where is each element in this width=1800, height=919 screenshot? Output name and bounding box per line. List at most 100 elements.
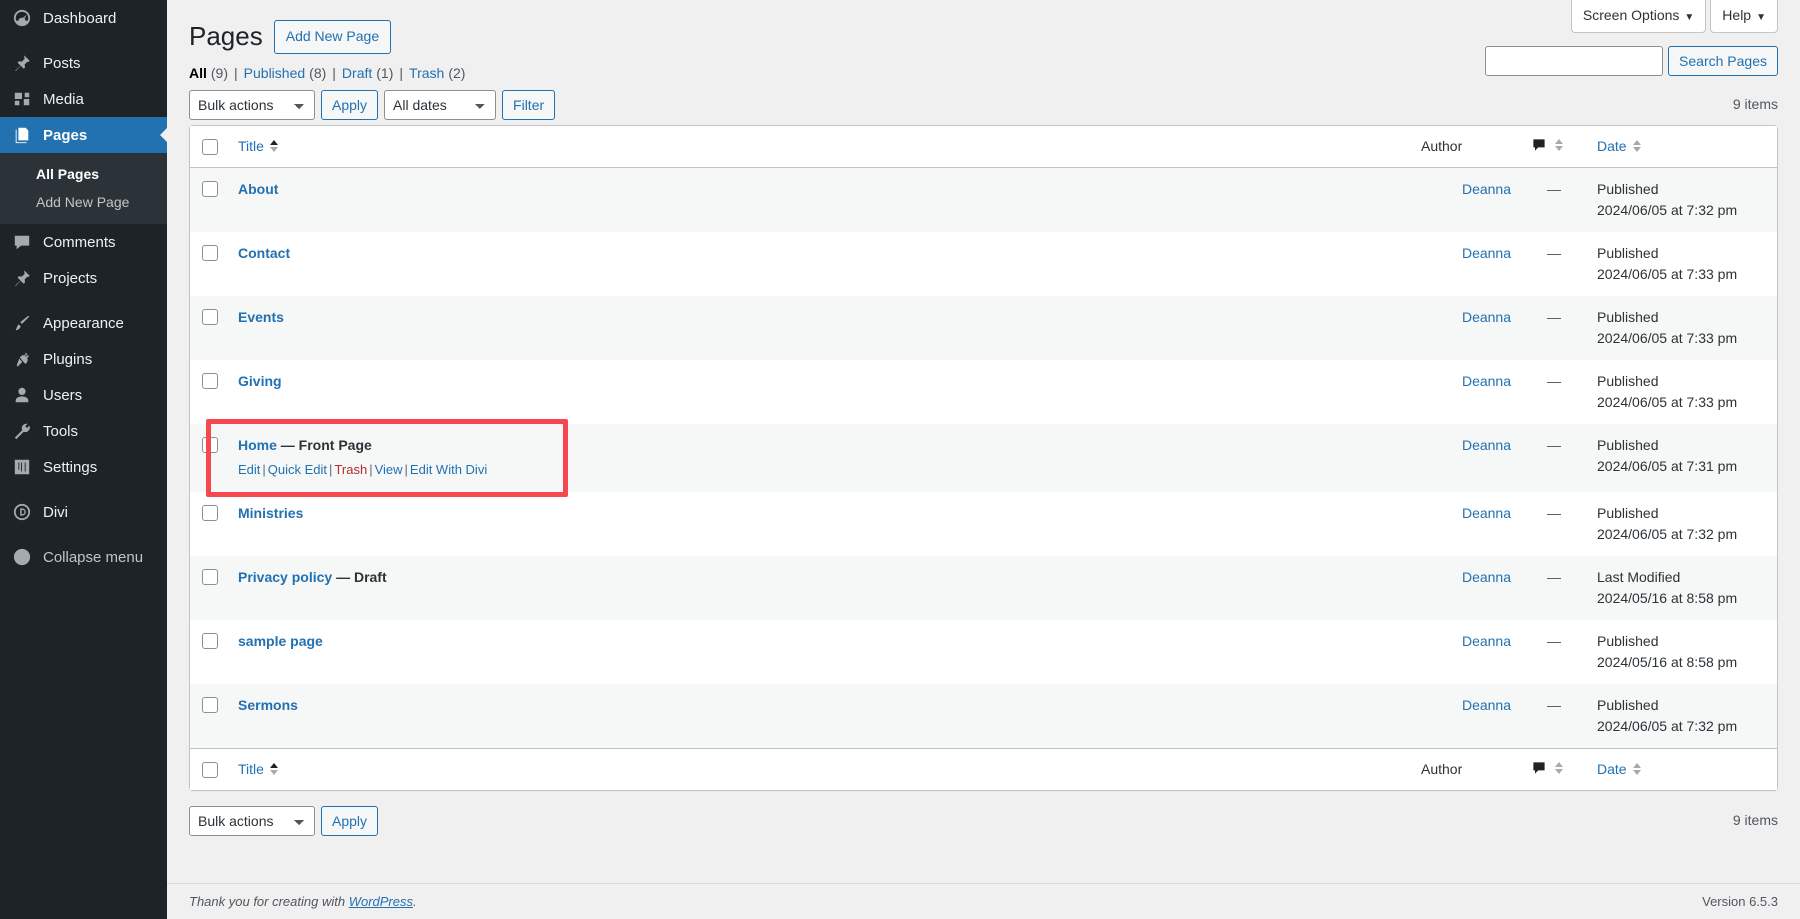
column-footer-date: Date — [1587, 747, 1777, 790]
status-filter-link-draft[interactable]: Draft — [342, 65, 372, 81]
row-author-cell: Deanna — [1411, 168, 1521, 232]
screen-options-button[interactable]: Screen Options ▼ — [1570, 0, 1707, 33]
plug-icon — [11, 350, 33, 368]
search-pages-button[interactable]: Search Pages — [1668, 46, 1778, 76]
row-author-link[interactable]: Deanna — [1462, 245, 1511, 261]
row-comments-cell: — — [1521, 360, 1587, 424]
table-foot: Title Author Date — [190, 747, 1777, 790]
table-row: Privacy policy — Draft Deanna — Last Modifi… — [190, 555, 1777, 620]
sort-arrows-icon — [1555, 138, 1563, 151]
row-date-value: 2024/05/16 at 8:58 pm — [1597, 653, 1738, 670]
row-checkbox[interactable] — [202, 568, 218, 585]
bulk-actions-select-top[interactable]: Bulk actionsEditMove to Trash — [189, 89, 315, 120]
status-filter-link-published[interactable]: Published — [244, 65, 306, 81]
sidebar-item-posts[interactable]: Posts — [0, 45, 167, 81]
row-date-cell: Published 2024/06/05 at 7:33 pm — [1587, 296, 1777, 360]
chevron-down-icon: ▼ — [1684, 12, 1695, 23]
row-actions: Edit | Quick Edit | Trash | View | Edit With Div… — [238, 460, 1401, 481]
row-author-cell: Deanna — [1411, 360, 1521, 424]
sidebar-item-divi[interactable]: Divi — [0, 494, 167, 530]
sidebar-item-tools[interactable]: Tools — [0, 413, 167, 449]
sidebar-item-projects[interactable]: Projects — [0, 260, 167, 296]
row-title-link[interactable]: Sermons — [238, 697, 298, 713]
row-action-quick-edit[interactable]: Quick Edit — [268, 462, 327, 477]
row-comments-count: — — [1547, 632, 1561, 649]
row-checkbox[interactable] — [202, 632, 218, 649]
row-date-cell: Published 2024/05/16 at 8:58 pm — [1587, 620, 1777, 684]
add-new-page-button[interactable]: Add New Page — [273, 20, 392, 54]
row-select-cell — [190, 232, 228, 296]
row-comments-count: — — [1547, 696, 1561, 713]
select-all-checkbox-top[interactable] — [202, 139, 218, 156]
status-filter-link-all[interactable]: All — [189, 65, 207, 81]
row-author-link[interactable]: Deanna — [1462, 697, 1511, 713]
table-row: Sermons Deanna — Published 2024/06/05 at 7:3… — [190, 683, 1777, 748]
row-author-link[interactable]: Deanna — [1462, 373, 1511, 389]
sidebar-item-label: Media — [43, 90, 84, 108]
row-author-link[interactable]: Deanna — [1462, 309, 1511, 325]
row-author-link[interactable]: Deanna — [1462, 437, 1511, 453]
collapse-menu-button[interactable]: Collapse menu — [0, 539, 167, 575]
row-select-cell — [190, 556, 228, 620]
row-checkbox[interactable] — [202, 436, 218, 453]
sidebar-item-pages[interactable]: Pages — [0, 117, 167, 153]
search-input[interactable] — [1485, 46, 1664, 76]
row-title-link[interactable]: Privacy policy — [238, 569, 332, 585]
sidebar-submenu-item-all-pages[interactable]: All Pages — [0, 160, 167, 188]
row-checkbox[interactable] — [202, 504, 218, 521]
row-checkbox[interactable] — [202, 308, 218, 325]
sort-date-link-bottom[interactable]: Date — [1597, 761, 1641, 777]
sidebar-item-plugins[interactable]: Plugins — [0, 341, 167, 377]
row-title-link[interactable]: Events — [238, 309, 284, 325]
sort-comments-link-top[interactable] — [1531, 137, 1563, 153]
row-action-trash[interactable]: Trash — [334, 462, 367, 477]
apply-button-bottom[interactable]: Apply — [321, 805, 379, 836]
sort-title-link-bottom[interactable]: Title — [238, 761, 278, 777]
admin-footer: Thank you for creating with WordPress. V… — [167, 883, 1800, 919]
row-action-view[interactable]: View — [375, 462, 403, 477]
sidebar-item-label: Settings — [43, 458, 98, 476]
row-title-link[interactable]: Ministries — [238, 505, 303, 521]
row-title-link[interactable]: Home — [238, 437, 277, 453]
sidebar-item-settings[interactable]: Settings — [0, 449, 167, 485]
bulk-actions-select-bottom[interactable]: Bulk actionsEditMove to Trash — [189, 805, 315, 836]
sidebar-submenu-item-add-new-page[interactable]: Add New Page — [0, 188, 167, 216]
select-all-checkbox-bottom[interactable] — [202, 762, 218, 779]
row-checkbox[interactable] — [202, 180, 218, 197]
row-action-edit-with-divi[interactable]: Edit With Divi — [410, 462, 487, 477]
table-row: Events Deanna — Published 2024/06/05 at 7:33… — [190, 295, 1777, 360]
row-author-link[interactable]: Deanna — [1462, 633, 1511, 649]
row-title-link[interactable]: About — [238, 181, 278, 197]
sidebar-item-appearance[interactable]: Appearance — [0, 305, 167, 341]
row-author-link[interactable]: Deanna — [1462, 569, 1511, 585]
column-header-author: Author — [1411, 125, 1521, 168]
row-checkbox[interactable] — [202, 372, 218, 389]
sort-arrows-icon — [1555, 761, 1563, 774]
row-action-edit[interactable]: Edit — [238, 462, 260, 477]
help-button[interactable]: Help ▼ — [1710, 0, 1778, 33]
table-row: sample page Deanna — Published 2024/05/16 at… — [190, 620, 1777, 684]
sidebar-item-media[interactable]: Media — [0, 81, 167, 117]
sidebar-item-users[interactable]: Users — [0, 377, 167, 413]
row-date-value: 2024/06/05 at 7:31 pm — [1597, 457, 1738, 474]
sort-date-link-top[interactable]: Date — [1597, 138, 1641, 154]
sidebar-item-dashboard[interactable]: Dashboard — [0, 0, 167, 36]
status-filter-link-trash[interactable]: Trash — [409, 65, 444, 81]
row-title-link[interactable]: sample page — [238, 633, 323, 649]
sort-comments-link-bottom[interactable] — [1531, 760, 1563, 776]
pages-icon — [11, 126, 33, 144]
row-select-cell — [190, 684, 228, 748]
sidebar-item-comments[interactable]: Comments — [0, 224, 167, 260]
row-title-link[interactable]: Contact — [238, 245, 290, 261]
footer-thankyou-suffix: . — [413, 894, 417, 909]
row-checkbox[interactable] — [202, 244, 218, 261]
row-author-link[interactable]: Deanna — [1462, 505, 1511, 521]
row-title-link[interactable]: Giving — [238, 373, 282, 389]
row-checkbox[interactable] — [202, 696, 218, 713]
wordpress-link[interactable]: WordPress — [349, 894, 413, 909]
row-author-link[interactable]: Deanna — [1462, 181, 1511, 197]
sort-title-link-top[interactable]: Title — [238, 138, 278, 154]
apply-button-top[interactable]: Apply — [321, 89, 379, 120]
filter-button[interactable]: Filter — [502, 89, 556, 120]
date-filter-select[interactable]: All dates — [384, 89, 497, 120]
